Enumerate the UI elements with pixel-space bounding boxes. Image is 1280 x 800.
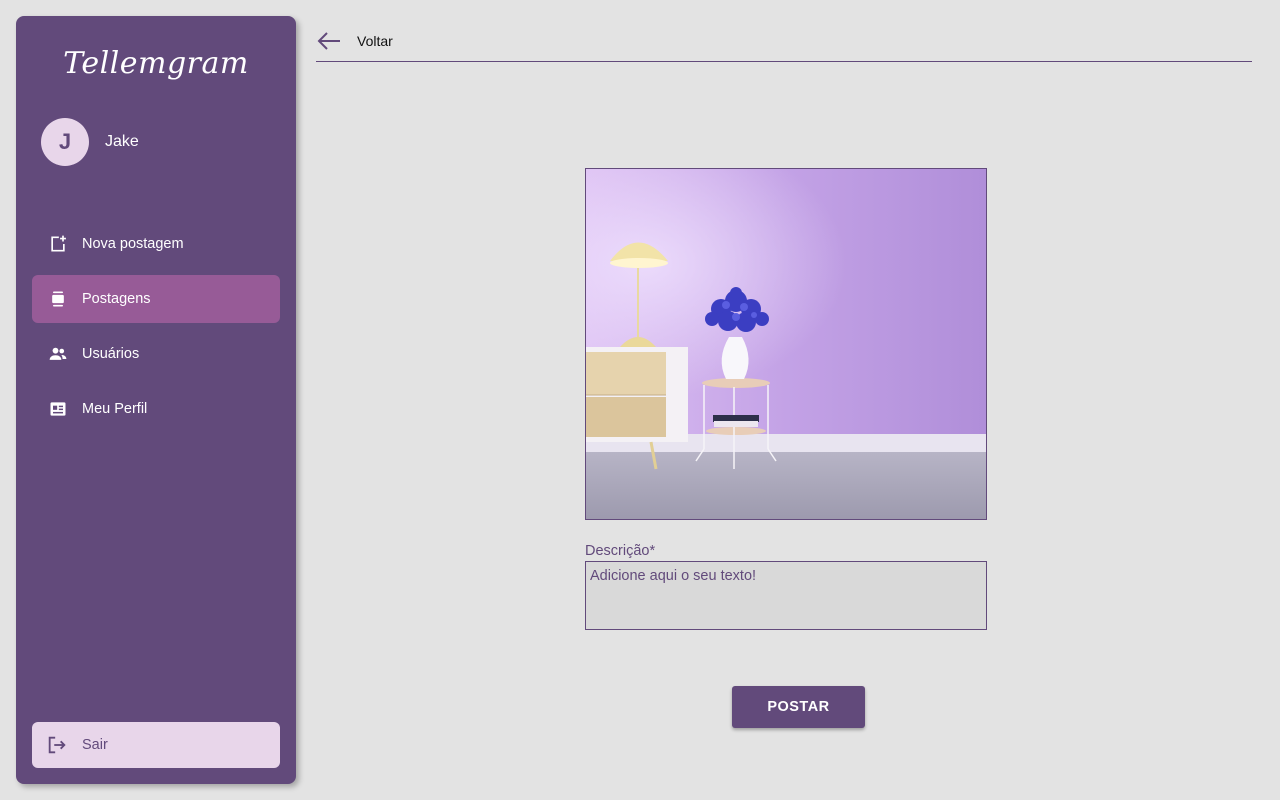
logout-button[interactable]: Sair (32, 722, 280, 768)
back-button[interactable]: Voltar (316, 28, 393, 62)
add-post-icon (48, 234, 68, 254)
description-textarea[interactable] (585, 561, 987, 630)
sidebar-item-label: Usuários (82, 346, 140, 362)
sidebar-item-label: Postagens (82, 291, 151, 307)
description-label: Descrição* (585, 543, 656, 559)
logout-label: Sair (82, 737, 108, 753)
sidebar-nav: Nova postagem Postagens Usuários Meu Per… (32, 220, 280, 440)
sidebar-item-postagens[interactable]: Postagens (32, 275, 280, 323)
arrow-left-icon (317, 31, 340, 50)
profile-card-icon (48, 399, 68, 419)
avatar: J (41, 118, 89, 166)
post-button[interactable]: POSTAR (732, 686, 865, 728)
user-name: Jake (105, 133, 139, 150)
logout-icon (46, 734, 68, 756)
sidebar-item-label: Meu Perfil (82, 401, 148, 417)
app-logo: Tellemgram (63, 46, 249, 81)
topbar: Voltar (316, 28, 1252, 62)
sidebar-item-nova-postagem[interactable]: Nova postagem (32, 220, 280, 268)
user-block: J Jake (41, 118, 139, 166)
users-icon (48, 344, 68, 364)
back-label: Voltar (357, 32, 393, 49)
post-image[interactable] (585, 168, 987, 520)
sidebar-item-usuarios[interactable]: Usuários (32, 330, 280, 378)
room-photo (586, 169, 986, 519)
sidebar: Tellemgram J Jake Nova postagem Postagen… (16, 16, 296, 784)
sidebar-item-meu-perfil[interactable]: Meu Perfil (32, 385, 280, 433)
posts-icon (48, 289, 68, 309)
sidebar-item-label: Nova postagem (82, 236, 184, 252)
